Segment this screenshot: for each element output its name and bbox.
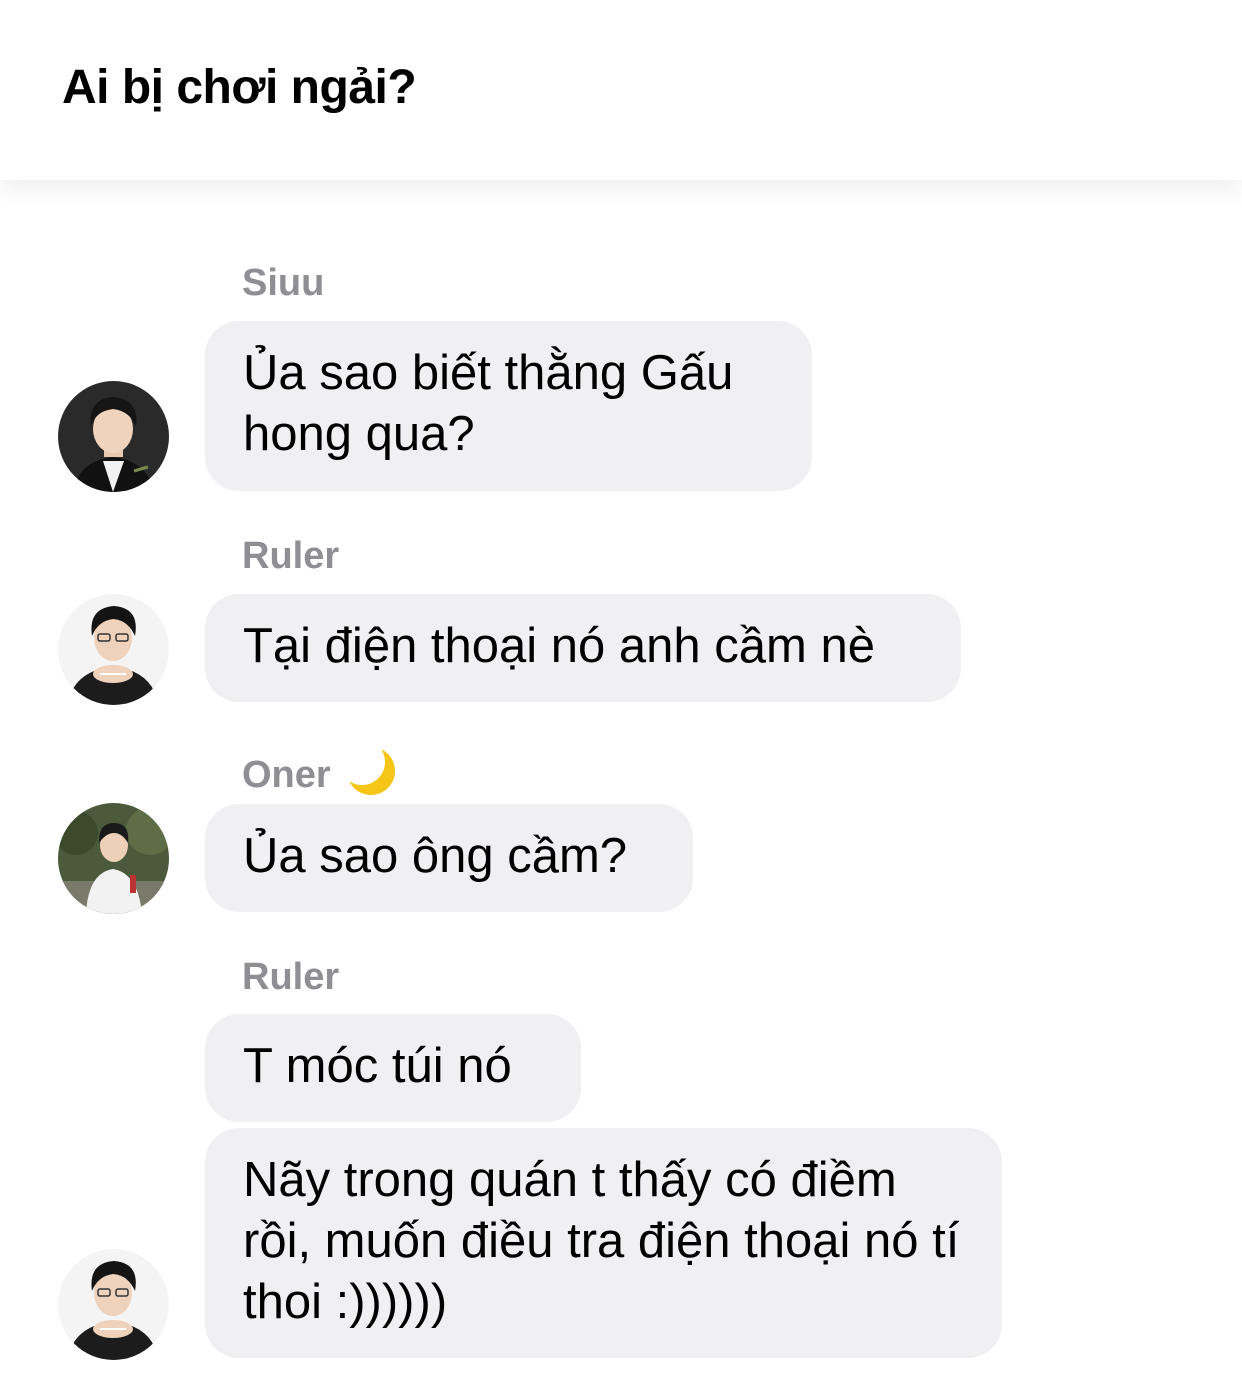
sender-name-text: Oner (242, 754, 331, 796)
chat-header: Ai bị chơi ngải? (0, 0, 1242, 180)
avatar-ruler[interactable] (58, 1249, 169, 1360)
sender-name: Oner (242, 739, 397, 797)
avatar-siuu[interactable] (58, 381, 169, 492)
crescent-moon-icon (338, 739, 397, 797)
message-bubble[interactable]: Ủa sao biết thằng Gấu hong qua? (205, 321, 812, 491)
chat-title: Ai bị chơi ngải? (62, 61, 417, 114)
message-bubble[interactable]: Ủa sao ông cầm? (205, 804, 693, 912)
message-bubble[interactable]: Tại điện thoại nó anh cầm nè (205, 594, 961, 702)
sender-name: Ruler (242, 956, 340, 998)
sender-name: Ruler (242, 535, 340, 577)
message-bubble[interactable]: Nãy trong quán t thấy có điềm rồi, muốn … (205, 1128, 1002, 1358)
message-list[interactable]: Siuu Ủa sao biết thằng Gấu hong qua? Rul… (0, 180, 1242, 1387)
message-bubble[interactable]: T móc túi nó (205, 1014, 581, 1122)
sender-name: Siuu (242, 262, 325, 304)
avatar-oner[interactable] (58, 803, 169, 914)
avatar-ruler[interactable] (58, 594, 169, 705)
